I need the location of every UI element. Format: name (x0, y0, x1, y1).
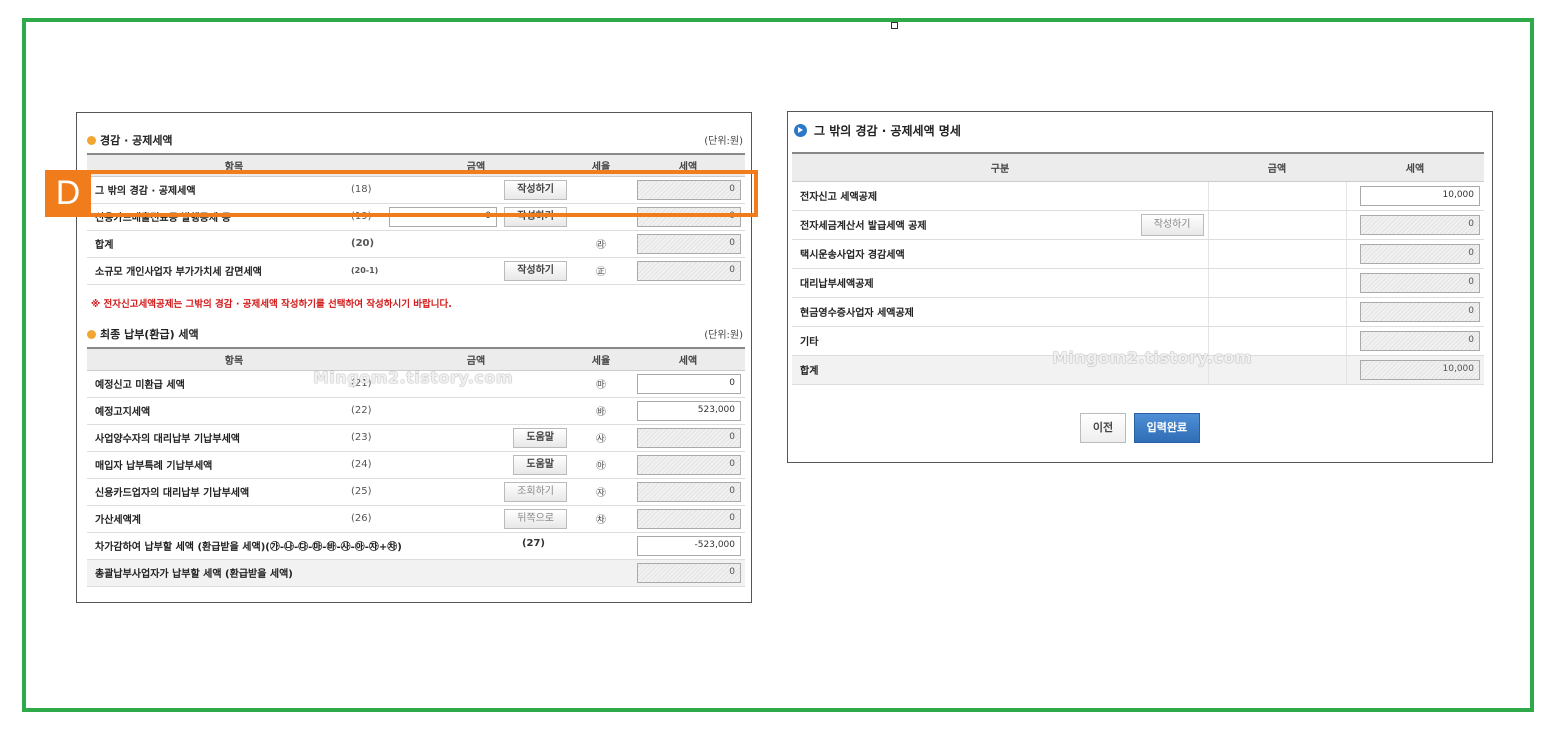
other-deduction-panel: 그 밖의 경감 · 공제세액 명세 구분 금액 세액 전자신고 세액공제 10,… (787, 111, 1493, 463)
prev-button[interactable]: 이전 (1079, 413, 1127, 443)
row-rate: ㉱ (571, 230, 631, 258)
panel-title: 그 밖의 경감 · 공제세액 명세 (794, 122, 961, 139)
write-button[interactable]: 작성하기 (1140, 213, 1204, 236)
tax-input[interactable]: 523,000 (637, 400, 741, 421)
tax-field: 0 (1360, 214, 1480, 235)
back-page-button[interactable]: 뒤쪽으로 (504, 508, 567, 529)
table-row: 현금영수증사업자 세액공제 0 (792, 297, 1484, 327)
tax-field: 0 (637, 427, 741, 448)
tax-field: 0 (637, 260, 741, 281)
table-row: 신용카드업자의 대리납부 기납부세액 (25) 조회하기 ㉶ 0 (87, 478, 745, 506)
header-item: 항목 (87, 347, 381, 371)
tax-input[interactable]: 10,000 (1360, 185, 1480, 206)
arrow-bullet-icon (794, 124, 807, 137)
row-label: 합계 (87, 230, 345, 258)
row-label: 현금영수증사업자 세액공제 (792, 297, 1208, 327)
header-tax: 세액 (1346, 152, 1484, 182)
row-number: (22) (345, 397, 381, 425)
tax-field: 0 (637, 454, 741, 475)
consolidated-tax-field: 0 (637, 562, 741, 583)
warning-note: ※ 전자신고세액공제는 그밖의 경감 · 공제세액 작성하기를 선택하여 작성하… (91, 299, 452, 310)
total-tax-field[interactable]: -523,000 (637, 535, 741, 556)
header-tax: 세액 (631, 347, 745, 371)
highlight-box (45, 170, 758, 217)
row-label: 예정고지세액 (87, 397, 345, 425)
table-row: 사업양수자의 대리납부 기납부세액 (23) 도움말 ㉴ 0 (87, 424, 745, 452)
tax-field: 0 (1360, 272, 1480, 293)
orange-bullet-icon (87, 329, 96, 339)
row-rate: ㉵ (571, 451, 631, 479)
row-rate: ㉲ (571, 370, 631, 398)
total-label-text: 차가감하여 납부할 세액 (환급받을 세액)(㉮-㉯-㉰-㉲-㉳-㉴-㉵-㉶+㉷… (95, 542, 402, 553)
total-label: 차가감하여 납부할 세액 (환급받을 세액)(㉮-㉯-㉰-㉲-㉳-㉴-㉵-㉶+㉷… (87, 532, 571, 560)
consolidated-row: 총괄납부사업자가 납부할 세액 (환급받을 세액) 0 (87, 559, 745, 587)
row-rate: ㉳ (571, 397, 631, 425)
tax-field: 0 (637, 233, 741, 254)
total-number: (27) (521, 538, 545, 549)
table-row: 대리납부세액공제 0 (792, 268, 1484, 298)
tax-field: 0 (1360, 330, 1480, 351)
footer-buttons: 이전 입력완료 (788, 413, 1492, 443)
header-amount: 금액 (1208, 152, 1346, 182)
row-rate: ㉴ (571, 424, 631, 452)
row-label: 택시운송사업자 경감세액 (792, 239, 1208, 269)
table-row: 전자신고 세액공제 10,000 (792, 181, 1484, 211)
header-amount: 금액 (381, 347, 571, 371)
table-row: 택시운송사업자 경감세액 0 (792, 239, 1484, 269)
watermark: Mingom2.tistory.com (313, 368, 513, 387)
total-row: 차가감하여 납부할 세액 (환급받을 세액)(㉮-㉯-㉰-㉲-㉳-㉴-㉵-㉶+㉷… (87, 532, 745, 560)
tax-field: 0 (1360, 301, 1480, 322)
row-label: 신용카드업자의 대리납부 기납부세액 (87, 478, 345, 506)
watermark: Mingom2.tistory.com (1052, 348, 1252, 367)
write-button[interactable]: 작성하기 (504, 260, 567, 281)
help-button[interactable]: 도움말 (513, 427, 567, 448)
table-row: 합계 (20) ㉱ 0 (87, 230, 745, 258)
orange-bullet-icon (87, 135, 96, 145)
row-label: 소규모 개인사업자 부가가치세 감면세액 (87, 257, 345, 285)
header-rate: 세율 (571, 347, 631, 371)
section-title-final: 최종 납부(환급) 세액 (87, 326, 199, 342)
help-button[interactable]: 도움말 (513, 454, 567, 475)
row-label: 전자신고 세액공제 (792, 181, 1208, 211)
table-row: 소규모 개인사업자 부가가치세 감면세액 (20-1) 작성하기 ㊣ 0 (87, 257, 745, 285)
table-row: 가산세액계 (26) 뒤쪽으로 ㉷ 0 (87, 505, 745, 533)
row-label: 예정신고 미환급 세액 (87, 370, 345, 398)
row-label: 사업양수자의 대리납부 기납부세액 (87, 424, 345, 452)
row-number: (24) (345, 451, 381, 479)
lookup-button[interactable]: 조회하기 (504, 481, 567, 502)
panel-title-text: 그 밖의 경감 · 공제세액 명세 (814, 124, 961, 138)
row-label: 가산세액계 (87, 505, 345, 533)
highlight-badge: D (45, 170, 91, 217)
row-rate: ㉷ (571, 505, 631, 533)
unit-label: (단위:원) (704, 330, 743, 341)
header-category: 구분 (792, 152, 1208, 182)
submit-button[interactable]: 입력완료 (1133, 413, 1201, 443)
unit-label: (단위:원) (704, 136, 743, 147)
row-label: 전자세금계산서 발급세액 공제 (800, 221, 927, 232)
row-number: (20) (345, 230, 381, 258)
row-number: (26) (345, 505, 381, 533)
tax-field: 0 (637, 508, 741, 529)
row-number: (23) (345, 424, 381, 452)
total-tax-field: 10,000 (1360, 359, 1480, 380)
tax-field: 0 (637, 481, 741, 502)
table-row: 매입자 납부특례 기납부세액 (24) 도움말 ㉵ 0 (87, 451, 745, 479)
row-label: 대리납부세액공제 (792, 268, 1208, 298)
tax-input[interactable]: 0 (637, 373, 741, 394)
section-title-text: 경감 · 공제세액 (100, 134, 173, 147)
consolidated-label: 총괄납부사업자가 납부할 세액 (환급받을 세액) (87, 559, 631, 587)
table-row: 예정고지세액 (22) ㉳ 523,000 (87, 397, 745, 425)
row-label: 매입자 납부특례 기납부세액 (87, 451, 345, 479)
table-row: 전자세금계산서 발급세액 공제 작성하기 0 (792, 210, 1484, 240)
row-rate: ㊣ (571, 257, 631, 285)
row-number: (20-1) (345, 257, 381, 285)
section-title-text: 최종 납부(환급) 세액 (100, 328, 199, 341)
resize-handle[interactable] (891, 22, 898, 29)
tax-field: 0 (1360, 243, 1480, 264)
row-label-with-button: 전자세금계산서 발급세액 공제 작성하기 (792, 210, 1208, 240)
row-rate: ㉶ (571, 478, 631, 506)
section-title-deduction: 경감 · 공제세액 (87, 132, 173, 148)
row-number: (25) (345, 478, 381, 506)
